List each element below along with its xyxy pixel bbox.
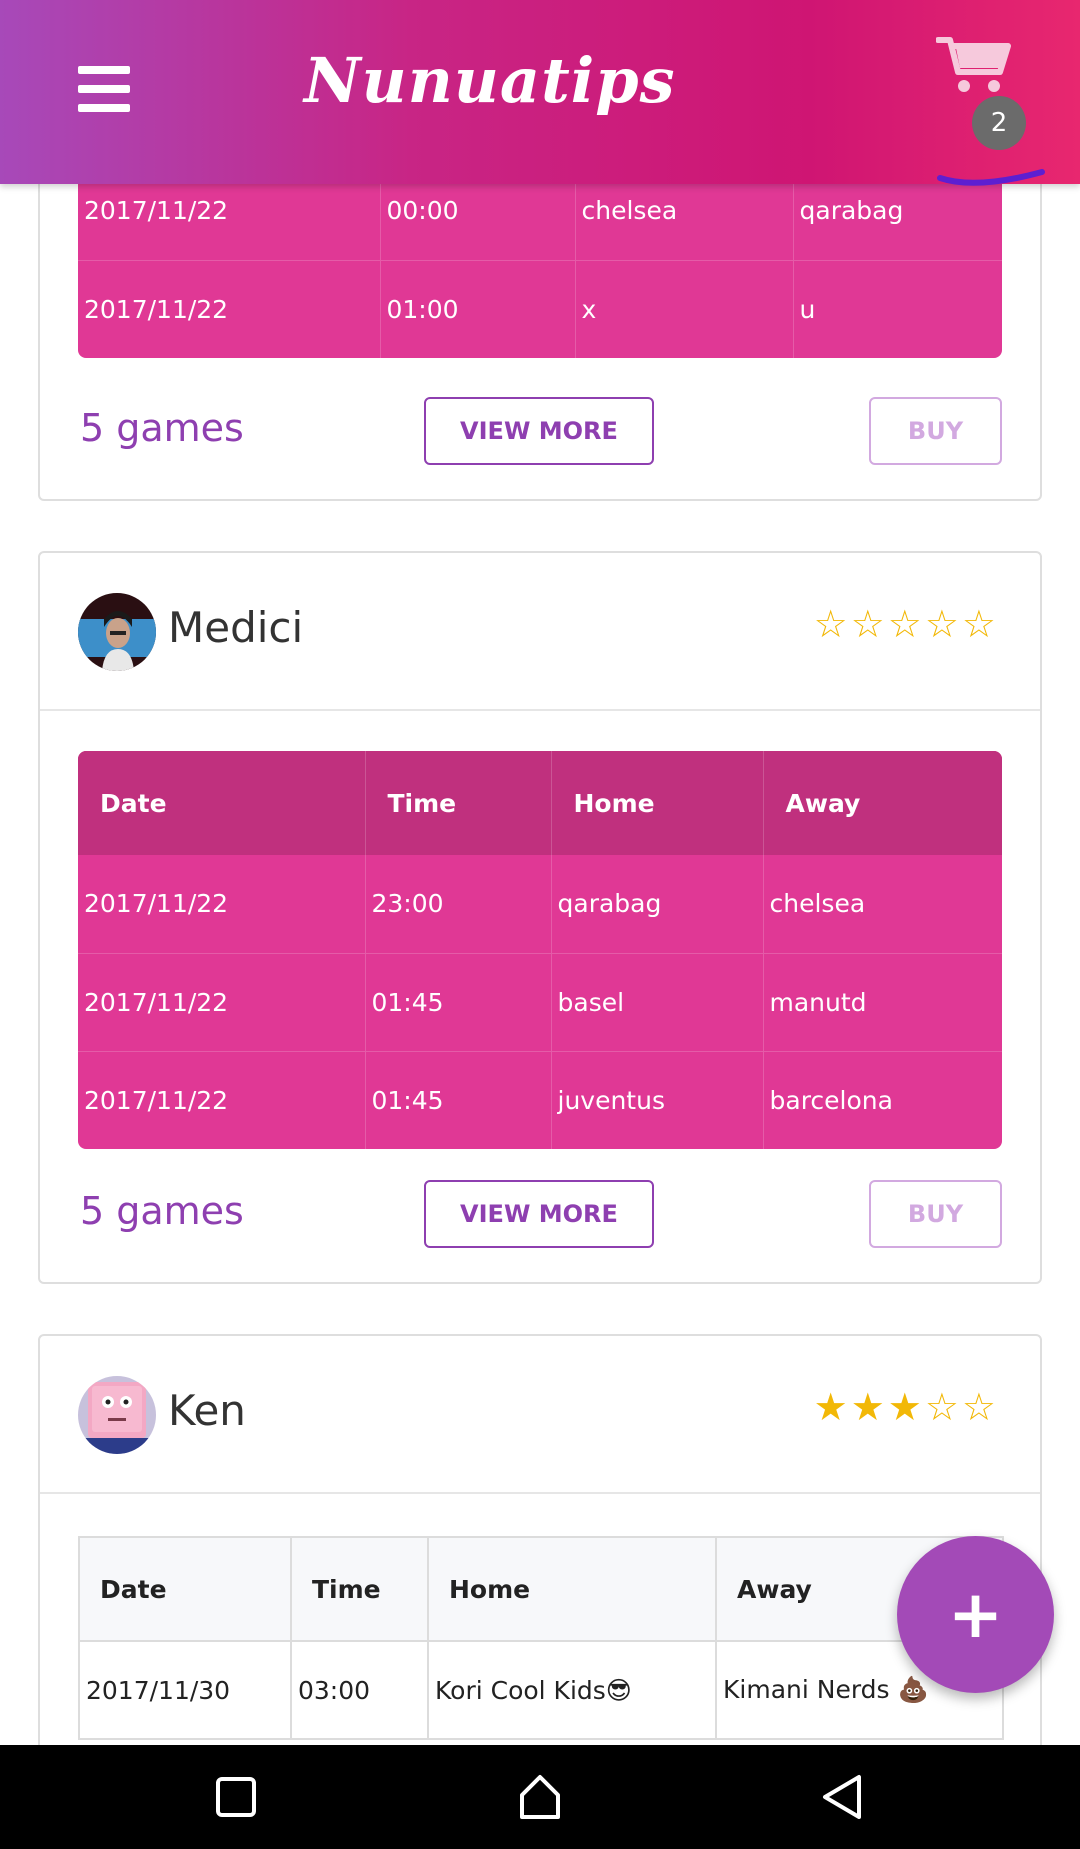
app-bar: Nunuatips 2 — [0, 0, 1080, 184]
star-empty-icon: ☆ — [813, 602, 848, 646]
table-row: 2017/11/22 23:00 qarabag chelsea — [78, 855, 1002, 953]
games-table: Date Time Home Away 2017/11/22 23:00 qar… — [78, 751, 1002, 1149]
time-cell: 03:00 — [291, 1641, 429, 1740]
add-tip-button[interactable]: + — [897, 1536, 1054, 1693]
table-row: 2017/11/22 01:00 x u — [78, 259, 1002, 358]
table-header-row: Date Time Home Away — [79, 1537, 1003, 1642]
column-header: Time — [365, 751, 552, 855]
star-filled-icon: ★ — [850, 1385, 885, 1429]
date-cell: 2017/11/22 — [78, 1050, 366, 1149]
view-more-button[interactable]: VIEW MORE — [424, 1180, 654, 1248]
tipster-name: Medici — [168, 603, 304, 652]
star-empty-icon: ☆ — [924, 1385, 959, 1429]
shopping-cart-icon[interactable] — [935, 34, 1012, 94]
rating-stars: ★ ★ ★ ☆ ☆ — [814, 1388, 996, 1426]
table-row: 2017/11/22 01:45 basel manutd — [78, 952, 1002, 1051]
column-header: Time — [291, 1537, 429, 1642]
date-cell: 2017/11/30 — [79, 1641, 292, 1740]
rating-stars: ☆ ☆ ☆ ☆ ☆ — [814, 605, 996, 643]
games-count: 5 games — [80, 406, 244, 450]
home-icon[interactable] — [510, 1767, 570, 1827]
back-icon[interactable] — [813, 1767, 873, 1827]
table-header-row: Date Time Home Away — [78, 751, 1002, 855]
star-empty-icon: ☆ — [961, 602, 996, 646]
avatar[interactable] — [78, 593, 156, 671]
time-cell: 01:00 — [380, 259, 576, 358]
time-cell: 23:00 — [365, 855, 552, 953]
hamburger-menu-icon[interactable] — [78, 66, 130, 112]
games-table: 2017/11/22 00:00 chelsea qarabag 2017/11… — [78, 162, 1002, 358]
tipster-name: Ken — [168, 1386, 246, 1435]
star-empty-icon: ☆ — [887, 602, 922, 646]
home-cell: juventus — [551, 1050, 764, 1149]
date-cell: 2017/11/22 — [78, 952, 366, 1051]
view-more-button[interactable]: VIEW MORE — [424, 397, 654, 465]
away-cell: chelsea — [769, 889, 866, 919]
app-title: Nunuatips — [304, 44, 676, 117]
column-header: Home — [551, 751, 764, 855]
column-header: Date — [78, 751, 366, 855]
star-empty-icon: ☆ — [961, 1385, 996, 1429]
buy-button[interactable]: BUY — [869, 1180, 1002, 1248]
star-empty-icon: ☆ — [924, 602, 959, 646]
annotation-underline — [937, 169, 1045, 186]
home-cell: Kori Cool Kids😎 — [428, 1641, 717, 1740]
screen: 2017/11/22 00:00 chelsea qarabag 2017/11… — [0, 0, 1080, 1849]
table-row: 2017/11/22 01:45 juventus barcelona — [78, 1050, 1002, 1149]
cart-count-badge: 2 — [972, 96, 1026, 150]
column-header: Home — [428, 1537, 717, 1642]
home-cell: basel — [551, 952, 764, 1051]
home-cell: x — [575, 259, 794, 358]
away-cell: barcelona — [763, 1050, 1002, 1149]
column-header: Away — [763, 751, 1002, 855]
card-header: Ken ★ ★ ★ ☆ ☆ — [40, 1336, 1040, 1494]
time-cell: 01:45 — [365, 1050, 552, 1149]
date-cell: 2017/11/22 — [78, 855, 366, 953]
star-filled-icon: ★ — [887, 1385, 922, 1429]
tips-feed: 2017/11/22 00:00 chelsea qarabag 2017/11… — [0, 0, 1080, 1745]
home-cell: qarabag — [551, 855, 764, 953]
table-row: 2017/11/30 03:00 Kori Cool Kids😎 Kimani … — [79, 1641, 1003, 1740]
away-cell: manutd — [763, 952, 1002, 1051]
away-cell: u — [793, 259, 1002, 358]
tip-card: Medici ☆ ☆ ☆ ☆ ☆ Date Time Home Away 201… — [38, 551, 1042, 1284]
recent-apps-icon[interactable] — [206, 1767, 266, 1827]
star-filled-icon: ★ — [813, 1385, 848, 1429]
avatar[interactable] — [78, 1376, 156, 1454]
system-nav-bar — [0, 1745, 1080, 1849]
games-table: Date Time Home Away 2017/11/30 03:00 Kor… — [78, 1536, 1004, 1740]
card-header: Medici ☆ ☆ ☆ ☆ ☆ — [40, 553, 1040, 711]
column-header: Date — [79, 1537, 292, 1642]
games-count: 5 games — [80, 1189, 244, 1233]
date-cell: 2017/11/22 — [78, 259, 381, 358]
time-cell: 01:45 — [365, 952, 552, 1051]
star-empty-icon: ☆ — [850, 602, 885, 646]
tip-card: Ken ★ ★ ★ ☆ ☆ Date Time Home Away 2017/1… — [38, 1334, 1042, 1745]
buy-button[interactable]: BUY — [869, 397, 1002, 465]
